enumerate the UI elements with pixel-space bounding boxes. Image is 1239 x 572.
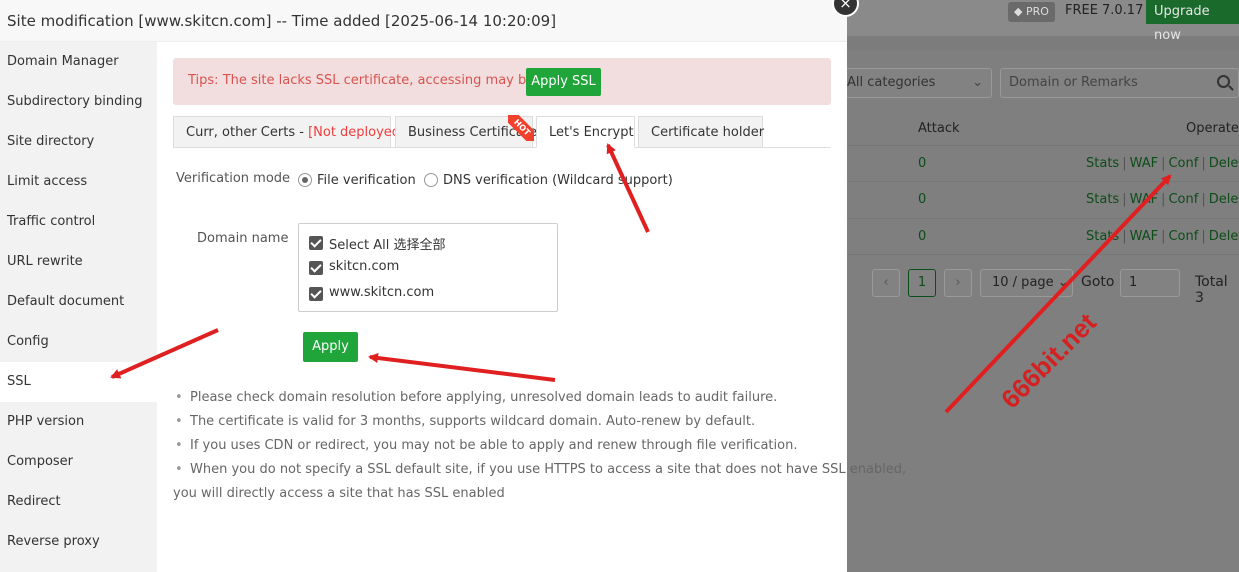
not-deployed-status: [Not deployed] bbox=[308, 125, 406, 140]
list-item: The certificate is valid for 3 months, s… bbox=[175, 414, 755, 429]
sidebar-item-limit-access[interactable]: Limit access bbox=[0, 162, 157, 202]
list-item: If you uses CDN or redirect, you may not… bbox=[175, 438, 797, 453]
stats-link[interactable]: Stats bbox=[1086, 192, 1119, 207]
version-label: 7.0.17 bbox=[1102, 3, 1144, 18]
domain-label[interactable]: skitcn.com bbox=[329, 259, 399, 274]
pro-label: PRO bbox=[1025, 5, 1049, 18]
tab-lets-encrypt[interactable]: Let's Encrypt bbox=[536, 116, 635, 148]
page-size-select[interactable]: 10 / page ⌄ bbox=[980, 269, 1073, 297]
domain-list: Select All 选择全部 skitcn.com www.skitcn.co… bbox=[298, 223, 558, 312]
delete-link[interactable]: Delete bbox=[1209, 192, 1239, 207]
chevron-down-icon: ⌄ bbox=[1057, 275, 1069, 290]
conf-link[interactable]: Conf bbox=[1168, 156, 1198, 171]
tab-certificate-holder[interactable]: Certificate holder bbox=[638, 116, 764, 148]
note-text: Please check domain resolution before ap… bbox=[190, 390, 778, 405]
divider bbox=[847, 145, 1239, 146]
domain-checkbox[interactable] bbox=[309, 261, 323, 275]
select-all-label[interactable]: Select All 选择全部 bbox=[329, 234, 446, 253]
conf-link[interactable]: Conf bbox=[1168, 192, 1198, 207]
delete-link[interactable]: Delete bbox=[1209, 229, 1239, 244]
sidebar-item-ssl[interactable]: SSL bbox=[0, 362, 157, 402]
column-header-attack: Attack bbox=[918, 121, 960, 136]
domain-checkbox[interactable] bbox=[309, 287, 323, 301]
select-all-checkbox[interactable] bbox=[309, 236, 323, 250]
conf-link[interactable]: Conf bbox=[1168, 229, 1198, 244]
total-count: Total 3 bbox=[1195, 274, 1228, 306]
chevron-down-icon: ⌄ bbox=[972, 75, 983, 90]
search-input[interactable]: Domain or Remarks bbox=[1000, 68, 1239, 98]
divider bbox=[847, 181, 1239, 182]
apply-ssl-button[interactable]: Apply SSL bbox=[526, 68, 601, 96]
sidebar-item-reverse-proxy[interactable]: Reverse proxy bbox=[0, 522, 157, 562]
upgrade-button[interactable]: Upgrade now bbox=[1146, 0, 1239, 43]
goto-label: Goto bbox=[1081, 274, 1115, 290]
hot-label: HOT bbox=[508, 115, 534, 141]
category-select[interactable]: All categories ⌄ bbox=[840, 68, 992, 98]
sidebar-item-composer[interactable]: Composer bbox=[0, 442, 157, 482]
sidebar-item-subdirectory-binding[interactable]: Subdirectory binding bbox=[0, 82, 157, 122]
domain-label[interactable]: www.skitcn.com bbox=[329, 285, 434, 300]
attack-count: 0 bbox=[918, 192, 927, 207]
dns-verification-radio[interactable] bbox=[424, 173, 438, 187]
note-text: If you uses CDN or redirect, you may not… bbox=[190, 438, 798, 453]
pro-badge: ◆ PRO bbox=[1008, 2, 1055, 22]
list-item: Please check domain resolution before ap… bbox=[175, 390, 777, 405]
sidebar-item-traffic-control[interactable]: Traffic control bbox=[0, 202, 157, 242]
next-page-button[interactable]: › bbox=[944, 269, 972, 297]
domain-name-label: Domain name bbox=[197, 231, 289, 246]
category-value: All categories bbox=[847, 75, 936, 90]
table-row-actions: Stats|WAF|Conf|Delete bbox=[1086, 229, 1239, 244]
hot-badge: HOT bbox=[508, 115, 534, 141]
sidebar-item-config[interactable]: Config bbox=[0, 322, 157, 362]
list-item: When you do not specify a SSL default si… bbox=[175, 462, 906, 477]
sidebar-item-domain-manager[interactable]: Domain Manager bbox=[0, 42, 157, 82]
modal-title: Site modification [www.skitcn.com] -- Ti… bbox=[0, 0, 847, 42]
file-verification-radio[interactable] bbox=[298, 173, 312, 187]
attack-count: 0 bbox=[918, 229, 927, 244]
search-placeholder: Domain or Remarks bbox=[1009, 75, 1138, 90]
sidebar-item-php-version[interactable]: PHP version bbox=[0, 402, 157, 442]
attack-count: 0 bbox=[918, 156, 927, 171]
tab-label: Curr, other Certs - bbox=[186, 125, 309, 140]
column-header-operate: Operate bbox=[1186, 121, 1239, 136]
waf-link[interactable]: WAF bbox=[1130, 229, 1159, 244]
page-size-value: 10 / page bbox=[992, 275, 1054, 290]
tab-current-certs[interactable]: Curr, other Certs - [Not deployed] bbox=[173, 116, 405, 148]
page-current[interactable]: 1 bbox=[908, 269, 936, 297]
ssl-tabs: Curr, other Certs - [Not deployed] Busin… bbox=[173, 116, 831, 148]
file-verification-label[interactable]: File verification bbox=[317, 173, 416, 188]
stats-link[interactable]: Stats bbox=[1086, 229, 1119, 244]
diamond-icon: ◆ bbox=[1014, 5, 1026, 18]
ssl-tip-banner: Tips: The site lacks SSL certificate, ac… bbox=[173, 58, 831, 105]
sidebar-item-url-rewrite[interactable]: URL rewrite bbox=[0, 242, 157, 282]
delete-link[interactable]: Delete bbox=[1209, 156, 1239, 171]
apply-button[interactable]: Apply bbox=[303, 332, 358, 362]
waf-link[interactable]: WAF bbox=[1130, 156, 1159, 171]
sidebar-item-redirect[interactable]: Redirect bbox=[0, 482, 157, 522]
table-row-actions: Stats|WAF|Conf|Delete bbox=[1086, 156, 1239, 171]
modal-sidebar: Domain Manager Subdirectory binding Site… bbox=[0, 42, 157, 572]
divider bbox=[847, 254, 1239, 255]
prev-page-button[interactable]: ‹ bbox=[872, 269, 900, 297]
site-modification-modal: Site modification [www.skitcn.com] -- Ti… bbox=[0, 0, 906, 572]
site-list-panel bbox=[847, 50, 1239, 572]
free-label: FREE bbox=[1065, 3, 1098, 18]
divider bbox=[847, 218, 1239, 219]
tip-text: Tips: The site lacks SSL certificate, ac… bbox=[188, 73, 572, 88]
note-continuation: you will directly access a site that has… bbox=[173, 486, 505, 501]
sidebar-item-default-document[interactable]: Default document bbox=[0, 282, 157, 322]
stats-link[interactable]: Stats bbox=[1086, 156, 1119, 171]
note-text: When you do not specify a SSL default si… bbox=[190, 462, 907, 477]
table-row-actions: Stats|WAF|Conf|Delete bbox=[1086, 192, 1239, 207]
goto-input[interactable]: 1 bbox=[1120, 269, 1180, 297]
dns-verification-label[interactable]: DNS verification (Wildcard support) bbox=[443, 173, 673, 188]
search-icon[interactable] bbox=[1217, 75, 1230, 88]
sidebar-item-site-directory[interactable]: Site directory bbox=[0, 122, 157, 162]
waf-link[interactable]: WAF bbox=[1130, 192, 1159, 207]
verification-mode-label: Verification mode bbox=[176, 171, 291, 186]
note-text: The certificate is valid for 3 months, s… bbox=[190, 414, 756, 429]
